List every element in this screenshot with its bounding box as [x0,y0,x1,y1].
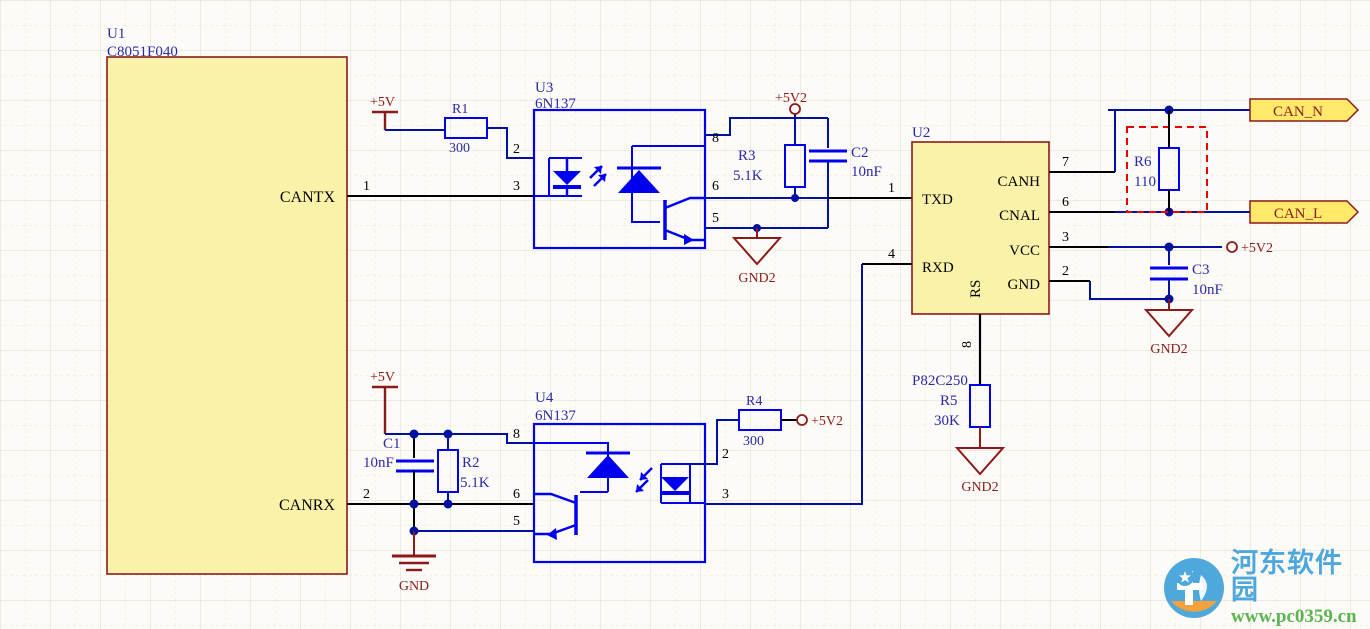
u4-ref-label: U4 [535,390,554,406]
c1-value-label: 10nF [363,455,394,471]
junction-c1-top [409,429,419,439]
power-label-5v2-mid: +5V2 [1241,241,1273,256]
r2-value-label: 5.1K [460,475,490,491]
u2-part-label: P82C250 [912,373,968,389]
u2-pin-rs-label: RS [968,280,984,298]
pinnum-u3-8: 8 [712,131,719,146]
r1-value-label: 300 [449,141,470,156]
power-label-5v-top: +5V [370,95,395,110]
r4-ref-label: R4 [746,394,762,409]
u4-part-label: 6N137 [535,408,576,424]
pinnum-u2-txd: 1 [888,181,895,196]
u2-pin-txd-label: TXD [922,192,953,208]
port-can-n[interactable]: CAN_N [1249,98,1360,122]
u3-part-label: 6N137 [535,96,576,112]
u1-part-label: C8051F040 [107,44,178,60]
r3-value-label: 5.1K [733,168,763,184]
u2-pin-gnd-label: GND [1008,277,1041,293]
u1-pin-canrx-label: CANRX [279,497,335,514]
block-u1[interactable]: U1 C8051F040 CANTX CANRX [106,26,348,575]
u1-ref-label: U1 [107,26,125,42]
junction-r2-top [443,429,453,439]
pinnum-u3-2: 2 [513,142,520,157]
c3-ref-label: C3 [1192,262,1210,278]
u2-pin-rxd-label: RXD [922,260,954,276]
c3-value-label: 10nF [1192,282,1223,298]
junction-r2-canrx [443,499,453,509]
u2-pin-vcc-label: VCC [1009,243,1040,259]
c2-ref-label: C2 [851,145,869,161]
pinnum-u3-3: 3 [513,179,520,194]
junction-c1-canrx [409,499,419,509]
schematic-canvas: U1 C8051F040 CANTX CANRX 1 2 +5V R1 300 … [0,0,1370,629]
port-can-n-label: CAN_N [1273,104,1323,120]
c1-ref-label: C1 [383,436,401,452]
r4-value-label: 300 [743,434,764,449]
r1-ref-label: R1 [452,102,468,117]
port-can-l[interactable]: CAN_L [1249,200,1360,224]
watermark-name: 河东软件园 [1231,548,1343,605]
power-label-5v2-bottom: +5V2 [811,414,843,429]
pinnum-u3-6: 6 [712,179,719,194]
u2-ref-label: U2 [912,125,930,141]
u2-pin-canh-label: CANH [997,174,1040,190]
gnd2-label-opto: GND2 [738,271,775,286]
power-label-5v2-top: +5V2 [775,91,807,106]
gnd2-label-cap: GND2 [1150,342,1187,357]
pinnum-u2-rs: 8 [960,341,975,348]
power-label-5v-bottom: +5V [370,370,395,385]
r5-ref-label: R5 [940,393,958,409]
pinnum-u4-2: 2 [722,447,729,462]
c2-value-label: 10nF [851,164,882,180]
pinnum-u4-5: 5 [513,514,520,529]
watermark-url: www.pc0359.cn [1231,606,1357,627]
block-u2[interactable]: U2 TXD RXD CANH CNAL VCC GND RS [911,125,1050,315]
u3-ref-label: U3 [535,80,553,96]
watermark-logo-icon [1163,557,1225,619]
watermark: 河东软件园 www.pc0359.cn [1163,548,1363,627]
pinnum-u3-5: 5 [712,211,719,226]
r5-value-label: 30K [934,413,960,429]
u1-pin-cantx-label: CANTX [280,189,336,206]
pinnum-u1-canrx: 2 [363,487,370,502]
pinnum-u1-cantx: 1 [363,179,370,194]
pinnum-u4-3: 3 [722,487,729,502]
pinnum-u4-8: 8 [513,427,520,442]
r6-ref-label: R6 [1134,154,1152,170]
pinnum-u2-canh: 7 [1062,155,1069,170]
r6-value-label: 110 [1134,174,1156,190]
pinnum-u2-rxd: 4 [888,247,895,262]
port-can-l-label: CAN_L [1274,206,1322,222]
junction-r3-pin6 [791,194,799,202]
r3-ref-label: R3 [738,148,756,164]
pinnum-u2-gnd: 2 [1062,264,1069,279]
pinnum-u2-cnal: 6 [1062,195,1069,210]
gnd-label: GND [399,579,429,594]
u2-pin-cnal-label: CNAL [999,208,1040,224]
pinnum-u4-6: 6 [513,487,520,502]
pinnum-u2-vcc: 3 [1062,230,1069,245]
gnd2-label-rs: GND2 [961,480,998,495]
r2-ref-label: R2 [462,455,480,471]
